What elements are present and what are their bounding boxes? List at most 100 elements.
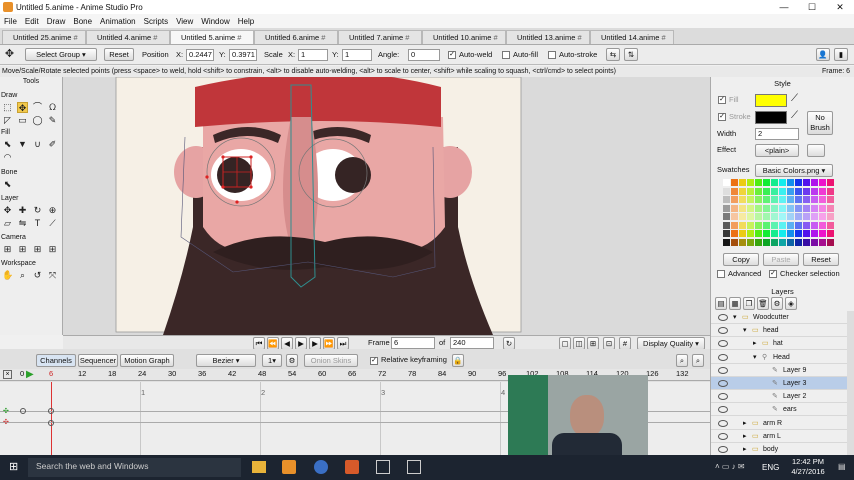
color-swatch[interactable] [787, 221, 794, 229]
color-swatch[interactable] [787, 238, 794, 246]
tab-close-icon[interactable]: # [235, 33, 241, 42]
menu-animation[interactable]: Animation [96, 17, 140, 26]
anime-studio-icon[interactable] [282, 460, 296, 474]
color-swatch[interactable] [771, 204, 778, 212]
color-swatch[interactable] [731, 213, 738, 220]
swatches-dropdown[interactable]: Basic Colors.png ▾ [755, 164, 833, 177]
track-camera-icon[interactable]: ⊞ [2, 244, 13, 255]
color-swatch[interactable] [763, 204, 770, 212]
color-swatch[interactable] [803, 187, 810, 195]
color-swatch[interactable] [803, 179, 810, 186]
color-swatch[interactable] [787, 204, 794, 212]
color-swatch[interactable] [795, 179, 802, 186]
clock-time[interactable]: 12:42 PM [786, 457, 830, 466]
hide-edge-icon[interactable]: ◠ [2, 152, 13, 163]
keyframe[interactable] [48, 408, 54, 414]
color-swatch[interactable] [755, 187, 762, 195]
color-swatch[interactable] [803, 213, 810, 220]
zoom-out-icon[interactable]: ⌕ [692, 354, 704, 367]
layer-row[interactable]: ▸ ▭ arm R [711, 417, 854, 430]
reset-button[interactable]: Reset [104, 48, 134, 61]
app-icon-window[interactable] [376, 460, 390, 474]
color-swatch[interactable] [771, 187, 778, 195]
color-swatch[interactable] [771, 238, 778, 246]
color-swatch[interactable] [731, 221, 738, 229]
color-swatch[interactable] [723, 230, 730, 237]
new-folder-icon[interactable]: ▦ [729, 297, 741, 310]
layer-row[interactable]: ✎ Layer 2 [711, 390, 854, 404]
color-swatch[interactable] [755, 204, 762, 212]
color-swatch[interactable] [795, 221, 802, 229]
visibility-eye-icon[interactable] [718, 380, 728, 387]
tab-close-icon[interactable]: # [151, 33, 157, 42]
color-swatch[interactable] [747, 238, 754, 246]
effect-dropdown[interactable]: <plain> [755, 144, 799, 157]
color-swatch[interactable] [763, 230, 770, 237]
select-group-dropdown[interactable]: Select Group ▾ [25, 48, 97, 61]
color-swatch[interactable] [811, 179, 818, 186]
tab-sequencer[interactable]: Sequencer [78, 354, 118, 367]
color-swatch[interactable] [819, 196, 826, 203]
color-swatch[interactable] [747, 196, 754, 203]
orbit-workspace-icon[interactable]: ⤧ [47, 270, 58, 281]
visibility-eye-icon[interactable] [718, 314, 728, 321]
new-layer-icon[interactable]: ▤ [715, 297, 727, 310]
color-swatch[interactable] [723, 179, 730, 186]
color-swatch[interactable] [739, 196, 746, 203]
color-swatch[interactable] [827, 179, 834, 186]
color-swatch[interactable] [827, 204, 834, 212]
onion-skins-button[interactable]: Onion Skins [304, 354, 358, 367]
color-swatch[interactable] [819, 204, 826, 212]
interpolation-dropdown[interactable]: Bezier ▾ [196, 354, 256, 367]
rotate-layer-icon[interactable]: ↻ [32, 205, 43, 216]
canvas-viewport[interactable] [63, 77, 710, 335]
layer-row[interactable]: ✎ Layer 3 [711, 377, 854, 390]
tab-document[interactable]: Untitled 7.anime # [338, 30, 422, 44]
visibility-eye-icon[interactable] [718, 366, 728, 374]
color-swatch[interactable] [763, 187, 770, 195]
tab-document[interactable]: Untitled 14.anime # [590, 30, 674, 44]
tab-document-active[interactable]: Untitled 5.anime # [170, 30, 254, 44]
stroke-color-swatch[interactable] [755, 111, 787, 124]
auto-fill-checkbox[interactable] [502, 51, 510, 59]
color-swatch[interactable] [787, 230, 794, 237]
layer-row[interactable]: ✎ Layer 9 [711, 364, 854, 377]
color-swatch[interactable] [755, 196, 762, 203]
angle-input[interactable]: 0 [408, 49, 440, 61]
keyframe[interactable] [48, 420, 54, 426]
tab-channels[interactable]: Channels [36, 354, 76, 367]
layers-scrollbar[interactable] [847, 311, 854, 455]
color-swatch[interactable] [723, 204, 730, 212]
language-indicator[interactable]: ENG [762, 463, 779, 472]
advanced-checkbox[interactable] [717, 270, 725, 278]
tab-close-icon[interactable]: # [575, 33, 581, 42]
expand-toggle-icon[interactable]: ▾ [753, 351, 757, 364]
minimize-button[interactable]: — [770, 0, 798, 14]
color-swatch[interactable] [763, 238, 770, 246]
color-swatch[interactable] [747, 213, 754, 220]
color-swatch[interactable] [739, 213, 746, 220]
color-swatch[interactable] [819, 238, 826, 246]
playhead[interactable] [51, 382, 52, 455]
app-icon-window[interactable] [407, 460, 421, 474]
color-swatch[interactable] [747, 230, 754, 237]
no-brush-button[interactable]: No Brush [807, 111, 833, 135]
color-swatch[interactable] [755, 213, 762, 220]
oval-icon[interactable]: ◯ [32, 115, 43, 126]
visibility-eye-icon[interactable] [718, 419, 728, 427]
color-swatch[interactable] [795, 230, 802, 237]
color-swatch[interactable] [739, 221, 746, 229]
color-swatch[interactable] [739, 204, 746, 212]
line-width-icon[interactable]: ✐ [47, 139, 58, 150]
color-swatch[interactable] [779, 179, 786, 186]
expand-toggle-icon[interactable]: ▾ [743, 324, 747, 337]
total-frames-input[interactable]: 240 [450, 337, 494, 349]
color-swatch[interactable] [787, 179, 794, 186]
flip-layer-icon[interactable]: ⇋ [17, 218, 28, 229]
tab-close-icon[interactable]: # [403, 33, 409, 42]
layer-row[interactable]: ▾ ▭ head [711, 324, 854, 338]
paste-button[interactable]: Paste [763, 253, 799, 266]
color-swatch[interactable] [771, 179, 778, 186]
select-bone-icon[interactable]: ⬉ [2, 179, 13, 190]
freehand-icon[interactable]: ✎ [47, 115, 58, 126]
